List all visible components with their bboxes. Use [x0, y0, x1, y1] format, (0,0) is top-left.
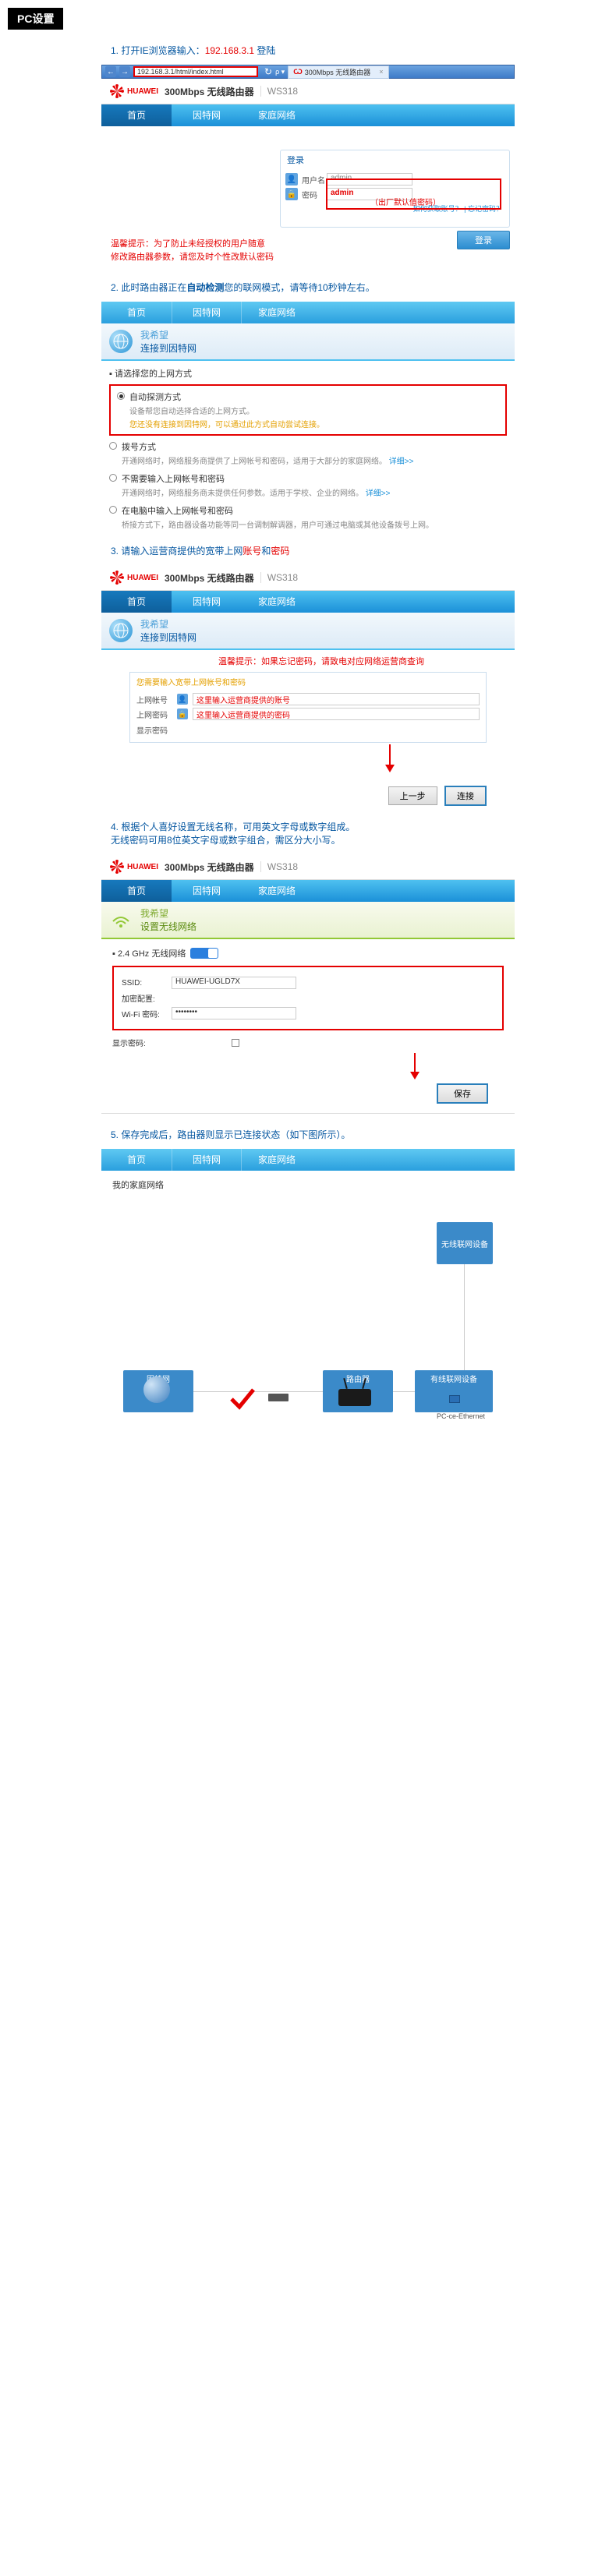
nav5-lan[interactable]: 家庭网络 — [242, 1149, 312, 1171]
tab-close-icon[interactable]: × — [379, 68, 383, 76]
back-icon[interactable]: ← — [105, 66, 116, 77]
default-pwd-hint: （出厂默认值密码） — [370, 196, 441, 207]
wish-bar-internet: 我希望连接到因特网 — [101, 323, 515, 361]
diag-wired-box: 有线联网设备 — [415, 1370, 493, 1412]
red-arrow-icon — [407, 1053, 515, 1082]
lock-icon: 🔒 — [177, 708, 188, 719]
url-input[interactable]: 192.168.3.1/html/index.html — [133, 66, 258, 77]
radio-bridge[interactable] — [109, 506, 117, 514]
step-1: 1. 打开IE浏览器输入：192.168.3.1 登陆 — [111, 44, 515, 57]
forgot-pwd-tip: 温馨提示：如果忘记密码，请致电对应网络运营商查询 — [218, 655, 515, 667]
step-3: 3. 请输入运营商提供的宽带上网账号和密码 — [111, 544, 515, 557]
globe-icon — [143, 1376, 170, 1403]
router-header-4: HUAWEI 300Mbps 无线路由器 WS318 — [101, 854, 515, 880]
check-icon — [229, 1387, 256, 1412]
nav2-internet[interactable]: 因特网 — [172, 302, 242, 323]
huawei-logo-icon — [109, 83, 125, 99]
step-4: 4. 根据个人喜好设置无线名称，可用英文字母或数字组成。 无线密码可用8位英文字… — [111, 820, 515, 846]
isp-password-input[interactable]: 这里输入运营商提供的密码 — [193, 708, 480, 720]
isp-account-input[interactable]: 这里输入运营商提供的账号 — [193, 693, 480, 705]
refresh-icon[interactable]: ↻ — [264, 66, 272, 77]
wlan-toggle[interactable] — [190, 948, 218, 959]
nav3-internet[interactable]: 因特网 — [172, 591, 242, 613]
wish-bar-3: 我希望连接到因特网 — [101, 613, 515, 650]
router-header-3: HUAWEI 300Mbps 无线路由器 WS318 — [101, 565, 515, 591]
ssid-input[interactable]: HUAWEI-UGLD7X — [172, 977, 296, 989]
browser-tab[interactable]: Ѡ 300Mbps 无线路由器 × — [288, 65, 388, 79]
user-icon: 👤 — [177, 694, 188, 705]
user-icon: 👤 — [285, 173, 298, 186]
nav5-home[interactable]: 首页 — [101, 1149, 172, 1171]
globe-icon — [109, 330, 133, 353]
nav5-internet[interactable]: 因特网 — [172, 1149, 242, 1171]
back-button[interactable]: 上一步 — [388, 786, 437, 805]
pppoe-option[interactable]: 拨号方式开通网络时，网络服务商提供了上网帐号和密码，适用于大部分的家庭网络。 详… — [109, 440, 507, 466]
show-pwd-checkbox[interactable] — [232, 1039, 239, 1047]
warm-tip: 温馨提示：为了防止未经授权的用户随意 修改路由器参数，请您及时个性改默认密码 — [111, 238, 274, 263]
login-panel: 登录 👤 用户名 admin 🔒 密码 admin （出厂默认值密码） 如何获取… — [280, 150, 510, 228]
pc-icon — [449, 1395, 460, 1403]
pc-settings-badge: PC设置 — [8, 8, 63, 30]
network-diagram: 无线联网设备 因特网 路由器 有线联网设备 PC-ce-Ethernet — [112, 1222, 504, 1425]
nav2-home[interactable]: 首页 — [101, 302, 172, 323]
conn-method-head: ▪ 请选择您的上网方式 — [101, 361, 515, 383]
wlan-settings-box: SSID:HUAWEI-UGLD7X 加密配置: Wi-Fi 密码:••••••… — [112, 966, 504, 1030]
nav4-lan[interactable]: 家庭网络 — [242, 880, 312, 902]
nav3-lan[interactable]: 家庭网络 — [242, 591, 312, 613]
red-arrow-icon — [382, 744, 515, 775]
nav-bar-3: 首页 因特网 家庭网络 — [101, 591, 515, 613]
bridge-option[interactable]: 在电脑中输入上网帐号和密码桥接方式下，路由器设备功能等同一台调制解调器，用户可通… — [109, 504, 507, 530]
nav-bar-4: 首页 因特网 家庭网络 — [101, 880, 515, 902]
step-5: 5. 保存完成后，路由器则显示已连接状态（如下图所示）。 — [111, 1128, 515, 1141]
wlan-band-row: ▪ 2.4 GHz 无线网络 — [101, 939, 515, 963]
nav-lan[interactable]: 家庭网络 — [242, 104, 312, 126]
nav3-home[interactable]: 首页 — [101, 591, 172, 613]
nav-bar-2: 首页 因特网 家庭网络 — [101, 302, 515, 323]
lock-icon: 🔒 — [285, 188, 298, 200]
login-button[interactable]: 登录 — [457, 231, 510, 249]
radio-pppoe[interactable] — [109, 442, 117, 450]
nav-home[interactable]: 首页 — [101, 104, 172, 126]
show-password-row: 显示密码: — [112, 1037, 504, 1048]
huawei-logo-icon — [109, 570, 125, 585]
nav4-internet[interactable]: 因特网 — [172, 880, 242, 902]
nav-internet[interactable]: 因特网 — [172, 104, 242, 126]
router-header: HUAWEI 300Mbps 无线路由器 WS318 — [101, 79, 515, 104]
diag-wireless-box: 无线联网设备 — [437, 1222, 493, 1264]
creds-head: 您需要输入宽带上网帐号和密码 — [130, 673, 486, 691]
save-button[interactable]: 保存 — [437, 1083, 488, 1104]
noacc-option[interactable]: 不需要输入上网帐号和密码开通网络时，网络服务商未提供任何参数。适用于学校、企业的… — [109, 472, 507, 498]
credentials-box: 您需要输入宽带上网帐号和密码 上网帐号 👤 这里输入运营商提供的账号 上网密码 … — [129, 672, 487, 743]
radio-noacc[interactable] — [109, 474, 117, 482]
huawei-fan-icon: Ѡ — [293, 68, 303, 76]
connect-button[interactable]: 连接 — [444, 786, 487, 806]
ie-address-bar: ← → 192.168.3.1/html/index.html ↻ ρ ▾ Ѡ … — [101, 65, 515, 79]
forward-icon[interactable]: → — [119, 66, 130, 77]
router-icon — [338, 1389, 371, 1406]
nav2-lan[interactable]: 家庭网络 — [242, 302, 312, 323]
router-title: 300Mbps 无线路由器 — [165, 85, 254, 98]
nav-bar-5: 首页 因特网 家庭网络 — [101, 1149, 515, 1171]
wifi-password-input[interactable]: •••••••• — [172, 1007, 296, 1019]
pc-label: PC-ce-Ethernet — [437, 1412, 485, 1420]
modem-icon — [268, 1394, 289, 1401]
search-icon[interactable]: ρ ▾ — [275, 68, 285, 76]
wifi-icon — [109, 908, 133, 931]
nav4-home[interactable]: 首页 — [101, 880, 172, 902]
username-input[interactable]: admin — [327, 173, 412, 186]
auto-detect-option: 自动探测方式 设备帮您自动选择合适的上网方式。 您还没有连接到因特网，可以通过此… — [109, 384, 507, 436]
login-title: 登录 — [281, 150, 509, 171]
router-model: WS318 — [260, 86, 298, 97]
wish-bar-wlan: 我希望设置无线网络 — [101, 902, 515, 939]
main-nav: 首页 因特网 家庭网络 — [101, 104, 515, 126]
globe-icon — [109, 619, 133, 642]
home-network-label: 我的家庭网络 — [112, 1178, 504, 1191]
huawei-logo-icon — [109, 859, 125, 875]
step-2: 2. 此时路由器正在自动检测您的联网模式，请等待10秒钟左右。 — [111, 281, 515, 294]
radio-auto[interactable] — [117, 392, 125, 400]
show-password-toggle[interactable]: 显示密码 — [130, 723, 486, 737]
